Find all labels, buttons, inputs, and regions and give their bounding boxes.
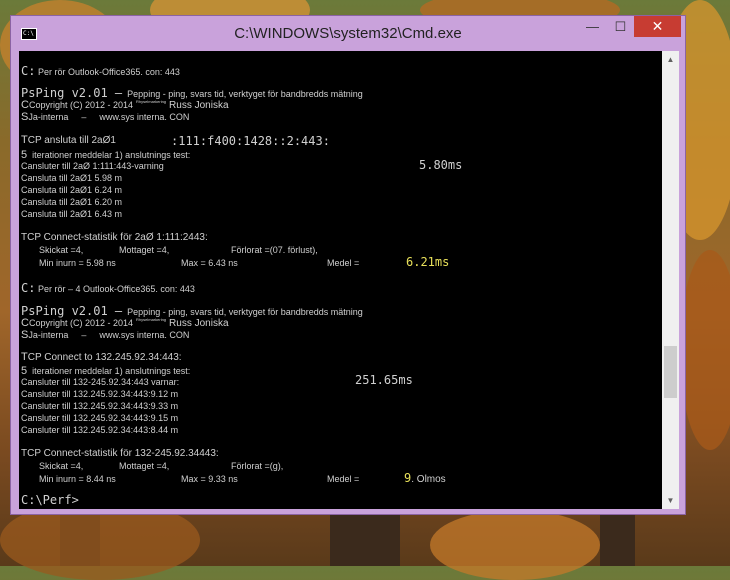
result-row: Cansluter till 132.245.92.34:443:9.33 m (21, 401, 179, 411)
copyright-line-2: CCopyright (C) 2012 - 2014 Rhyselmarkerin… (21, 317, 229, 329)
sysinternals-line-1: SJa-interna – www.sys interna. CON (21, 111, 190, 123)
result-row: Cansluta till 2aØ1 6.43 m (21, 209, 123, 219)
psping-header-2: PsPing v2.01 – Pepping - ping, svars tid… (21, 304, 363, 318)
scrollbar-thumb[interactable] (664, 346, 677, 398)
result-row: Cansluta till 2aØ1 6.24 m (21, 185, 123, 195)
stats-max-1: Max = 6.43 ns (181, 258, 238, 268)
stats-avg-value-2: 9. Olmos (404, 471, 446, 485)
stats-avg-value-1: 6.21ms (406, 255, 450, 269)
close-button[interactable]: ✕ (634, 16, 681, 37)
stats-received-2: Mottaget =4, (119, 461, 170, 471)
iterations-line-2: 5 iterationer meddelar 1) anslutnings te… (21, 365, 191, 377)
stats-max-2: Max = 9.33 ns (181, 474, 238, 484)
result-row: Cansluter till 132.245.92.34:443:8.44 m (21, 425, 179, 435)
warmup-ms-2: 251.65ms (355, 373, 413, 387)
result-row: Cansluter till 132.245.92.34:443:9.12 m (21, 389, 179, 399)
tcp-header-2: TCP Connect to 132.245.92.34:443: (21, 351, 182, 363)
console-output[interactable]: C: Per rör Outlook-Office365. con: 443 P… (19, 51, 662, 509)
prompt-line-2: C: Per rör – 4 Outlook-Office365. con: 4… (21, 281, 195, 295)
warmup-ms-1: 5.80ms (419, 158, 463, 172)
stats-lost-2: Förlorat =(g), (231, 461, 284, 471)
stats-sent-2: Skickat =4, (39, 461, 84, 471)
result-row: Cansluta till 2aØ1 5.98 m (21, 173, 123, 183)
command-prompt[interactable]: C:\Perf> (21, 493, 79, 507)
stats-avg-label-2: Medel = (327, 474, 360, 484)
stats-min-2: Min inurn = 8.44 ns (39, 474, 116, 484)
stats-min-1: Min inurn = 5.98 ns (39, 258, 116, 268)
stats-received-1: Mottaget =4, (119, 245, 170, 255)
stats-header-2: TCP Connect-statistik för 132-245.92.344… (21, 448, 219, 459)
copyright-line-1: CCopyright (C) 2012 - 2014 Rhyselmarkerin… (21, 99, 229, 111)
result-row: Cansluter till 132.245.92.34:443:9.15 m (21, 413, 179, 423)
maximize-button[interactable]: ☐ (607, 16, 634, 37)
title-bar[interactable]: C:\ C:\WINDOWS\system32\Cmd.exe — ☐ ✕ (11, 16, 685, 51)
psping-header-1: PsPing v2.01 – Pepping - ping, svars tid… (21, 86, 363, 100)
scroll-down-arrow-icon[interactable]: ▼ (662, 492, 679, 509)
tcp-header-1: TCP ansluta till 2aØ1 :111:f400:1428::2:… (21, 134, 330, 148)
prompt-line-1: C: Per rör Outlook-Office365. con: 443 (21, 64, 180, 78)
stats-sent-1: Skickat =4, (39, 245, 84, 255)
result-row: Cansluta till 2aØ1 6.20 m (21, 197, 123, 207)
sysinternals-line-2: SJa-interna – www.sys interna. CON (21, 329, 190, 341)
stats-avg-label-1: Medel = (327, 258, 360, 268)
cmd-window: C:\ C:\WINDOWS\system32\Cmd.exe — ☐ ✕ C:… (10, 15, 686, 515)
vertical-scrollbar[interactable]: ▲ ▼ (662, 51, 679, 509)
iterations-line-1: 5 iterationer meddelar 1) anslutnings te… (21, 149, 191, 161)
stats-lost-1: Förlorat =(07. förlust), (231, 245, 318, 255)
minimize-button[interactable]: — (579, 16, 606, 37)
scroll-up-arrow-icon[interactable]: ▲ (662, 51, 679, 68)
stats-header-1: TCP Connect-statistik för 2aØ 1:111:2443… (21, 232, 208, 243)
warmup-line-2: Cansluter till 132-245.92.34:443 varnar: (21, 377, 180, 387)
warmup-line-1: Cansluter till 2aØ 1:111:443-varning (21, 161, 164, 171)
